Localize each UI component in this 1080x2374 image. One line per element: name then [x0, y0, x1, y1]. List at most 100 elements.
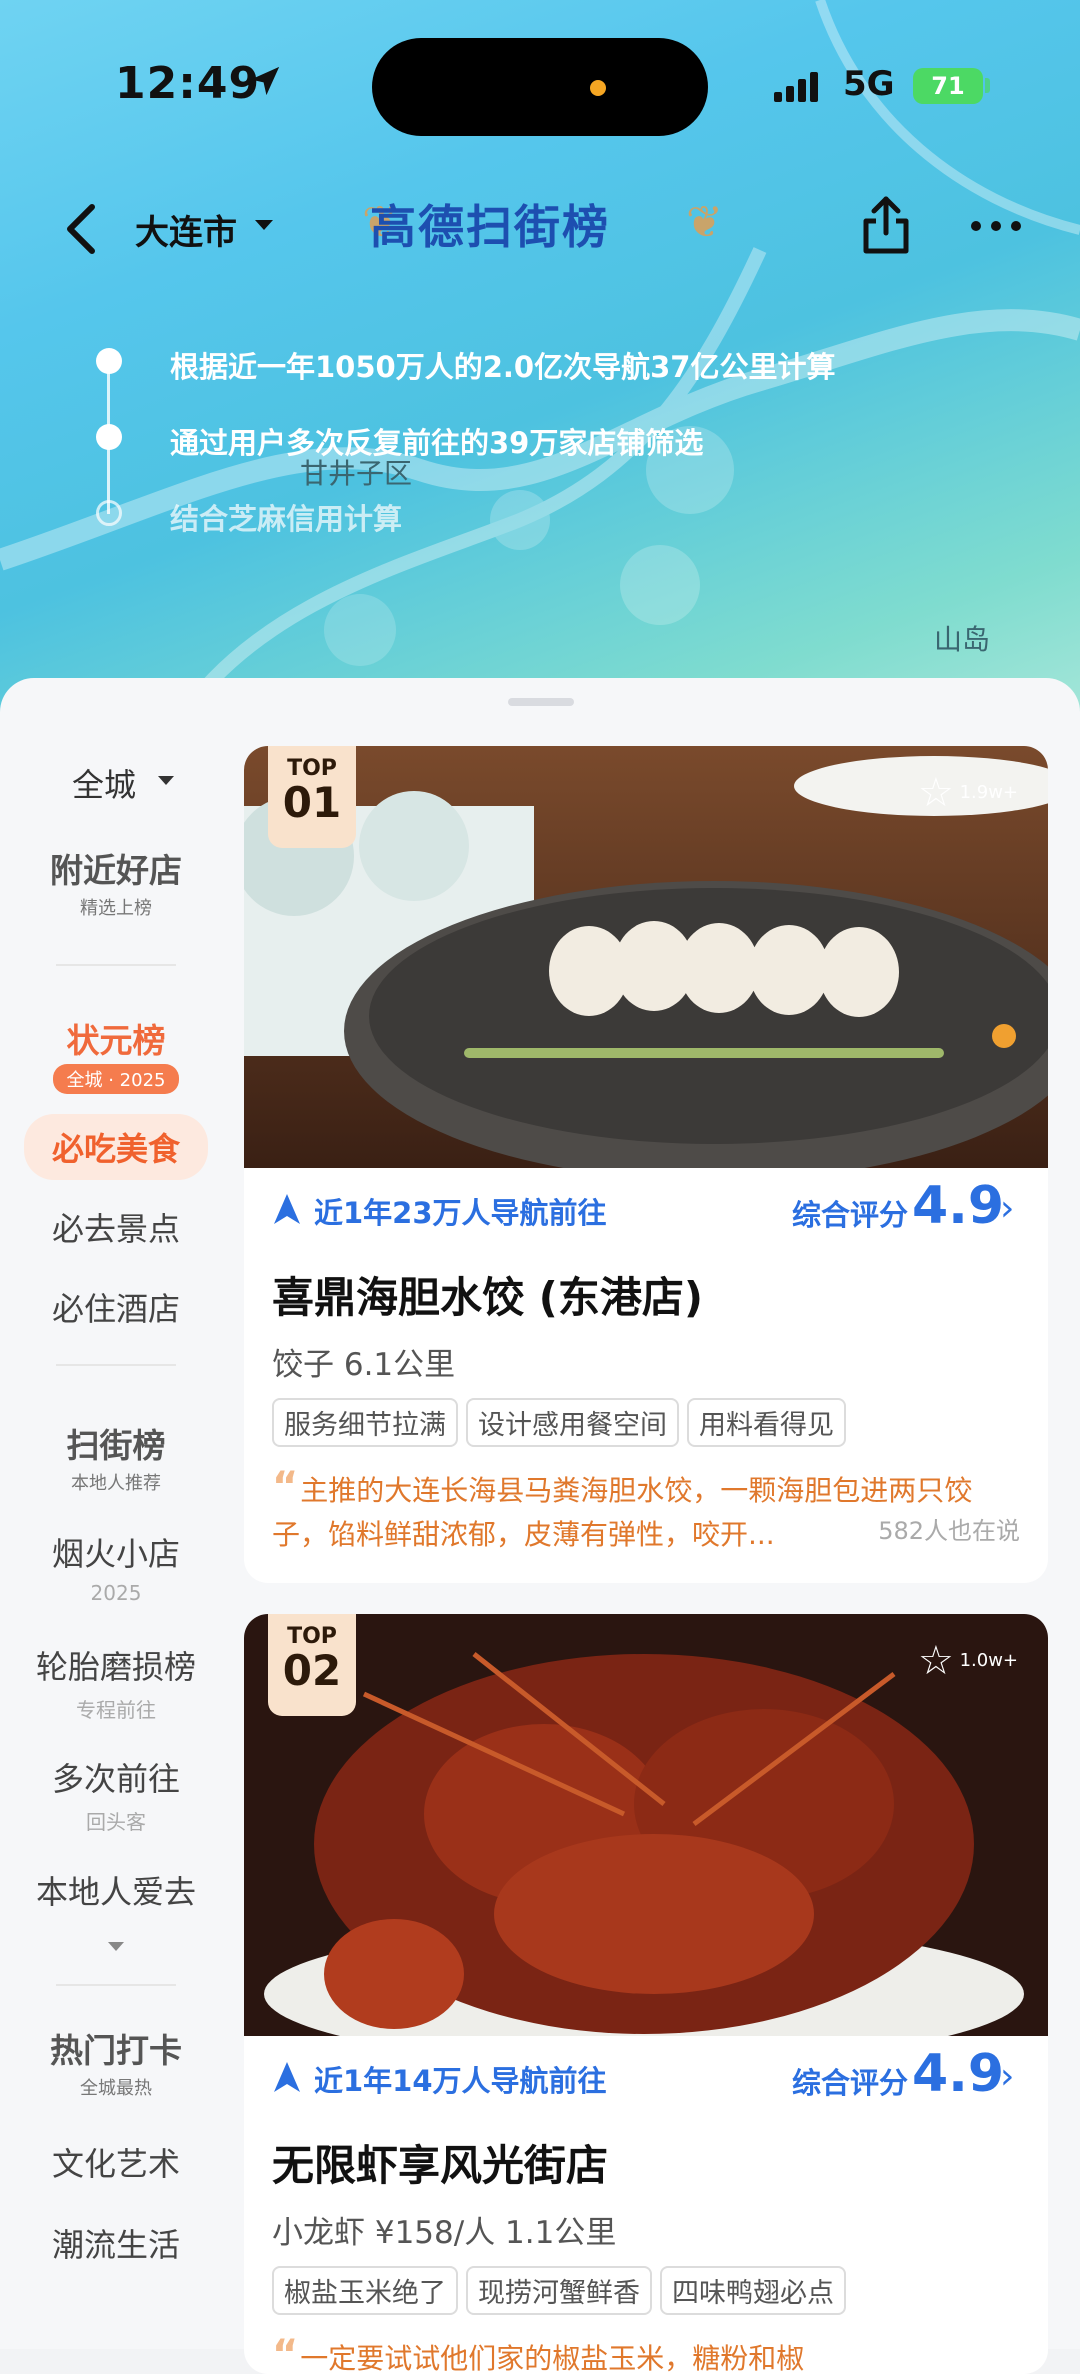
favorite-button[interactable]: ☆ 1.9w+ — [918, 770, 1018, 816]
sidebar-badge-hot[interactable]: 热门打卡 全城最热 — [24, 2024, 208, 2100]
sidebar-item-must-stay[interactable]: 必住酒店 — [0, 1284, 232, 1330]
rank-number: 02 — [282, 1646, 342, 1695]
review-text: 一定要试试他们家的椒盐玉米，糖粉和椒 — [300, 2342, 805, 2374]
sidebar-item-trend[interactable]: 潮流生活 — [0, 2220, 232, 2266]
timeline-text: 通过用户多次反复前往的39万家店铺筛选 — [170, 426, 704, 460]
tag: 四味鸭翅必点 — [660, 2266, 846, 2315]
divider — [56, 1364, 176, 1366]
network-type: 5G — [843, 64, 895, 104]
badge-title: 热门打卡 — [50, 2031, 182, 2070]
shop-card[interactable]: TOP 01 ☆ 1.9w+ 近1年23万人导航前往 综合评分 4.9 › 喜鼎… — [244, 746, 1048, 1583]
badge-title: 附近好店 — [50, 851, 182, 890]
sidebar-item-list[interactable]: 轮胎磨损榜 专程前往 — [0, 1642, 232, 1723]
chevron-down-icon[interactable] — [255, 220, 273, 230]
sidebar-item-label: 本地人爱去 — [35, 1873, 196, 1911]
rank-number: 01 — [282, 778, 342, 827]
shop-meta: 小龙虾 ¥158/人 1.1公里 — [272, 2215, 617, 2251]
drag-handle[interactable] — [508, 698, 574, 706]
city-selector[interactable]: 大连市 — [135, 205, 237, 254]
chevron-right-icon[interactable]: › — [1000, 1188, 1014, 1229]
chevron-right-icon[interactable]: › — [1000, 2056, 1014, 2097]
badge-title: 状元榜 — [66, 1021, 166, 1060]
share-icon[interactable] — [858, 195, 914, 257]
timeline-text: 结合芝麻信用计算 — [170, 502, 403, 536]
scope-selector[interactable]: 全城 — [72, 760, 136, 806]
more-icon[interactable] — [966, 211, 1026, 241]
badge-title: 扫街榜 — [66, 1426, 166, 1465]
sidebar-item-must-visit[interactable]: 必去景点 — [0, 1204, 232, 1250]
category-sidebar: 全城 附近好店 精选上榜 状元榜 全城 · 2025 必吃美食 必去景点 必住酒… — [0, 724, 232, 2349]
badge-subtitle: 精选上榜 — [80, 898, 152, 919]
ranking-sheet: 全城 附近好店 精选上榜 状元榜 全城 · 2025 必吃美食 必去景点 必住酒… — [0, 678, 1080, 2374]
sidebar-item-label: 烟火小店 — [51, 1535, 180, 1573]
score-label: 综合评分 — [792, 1198, 909, 1232]
battery-tip — [985, 78, 990, 93]
status-bar: 12:49 5G 71 — [0, 0, 1080, 170]
map-label-district: 甘井子区 — [300, 457, 413, 490]
sidebar-badge-street[interactable]: 扫街榜 本地人推荐 — [24, 1419, 208, 1495]
tag: 现捞河蟹鲜香 — [466, 2266, 652, 2315]
nav-count: 近1年14万人导航前往 — [314, 2064, 607, 2098]
review-count[interactable]: 582人也在说 — [870, 1509, 1020, 1553]
favorite-button[interactable]: ☆ 1.0w+ — [918, 1638, 1018, 1684]
shop-meta: 饺子 6.1公里 — [272, 1347, 456, 1383]
laurel-right-icon: ❦ — [686, 197, 723, 248]
badge-subtitle: 全城 · 2025 — [52, 1064, 180, 1094]
sidebar-item-list[interactable]: 本地人爱去 — [0, 1867, 232, 1913]
shop-name: 喜鼎海胆水饺 (东港店) — [272, 1273, 704, 1322]
shop-card[interactable]: TOP 02 ☆ 1.0w+ 近1年14万人导航前往 综合评分 4.9 › 无限… — [244, 1614, 1048, 2374]
chevron-down-icon[interactable] — [108, 1942, 124, 1951]
divider — [56, 964, 176, 966]
timeline-text: 根据近一年1050万人的2.0亿次导航37亿公里计算 — [170, 350, 836, 384]
badge-subtitle: 本地人推荐 — [71, 1473, 161, 1494]
tag: 服务细节拉满 — [272, 1398, 458, 1447]
favorite-count: 1.9w+ — [959, 782, 1018, 803]
timeline-dot-icon — [96, 424, 122, 450]
sidebar-item-culture[interactable]: 文化艺术 — [0, 2139, 232, 2185]
review-snippet: “一定要试试他们家的椒盐玉米，糖粉和椒 — [272, 2333, 1020, 2374]
chevron-down-icon[interactable] — [158, 776, 174, 785]
page-title: 高德扫街榜 — [370, 200, 610, 254]
timeline-dot-icon — [96, 348, 122, 374]
score-value: 4.9 — [912, 1176, 1005, 1236]
privacy-indicator-icon — [590, 80, 606, 96]
dynamic-island — [372, 38, 708, 136]
star-icon: ☆ — [917, 1638, 954, 1684]
location-arrow-icon — [250, 66, 280, 96]
sidebar-badge-nearby[interactable]: 附近好店 精选上榜 — [24, 844, 208, 920]
shop-name: 无限虾享风光街店 — [272, 2141, 609, 2190]
review-snippet: “主推的大连长海县马粪海胆水饺，一颗海胆包进两只饺子，馅料鲜甜浓郁，皮薄有弹性，… — [272, 1465, 1020, 1553]
star-icon: ☆ — [917, 770, 954, 816]
nav-count: 近1年23万人导航前往 — [314, 1196, 607, 1230]
tag-list: 椒盐玉米绝了 现捞河蟹鲜香 四味鸭翅必点 — [272, 2266, 1048, 2315]
tag-list: 服务细节拉满 设计感用餐空间 用料看得见 — [272, 1398, 1048, 1447]
shop-photo: TOP 02 ☆ 1.0w+ — [244, 1614, 1048, 2036]
navigation-icon — [274, 2062, 300, 2092]
rank-badge: TOP 01 — [268, 746, 356, 848]
sidebar-item-label: 轮胎磨损榜 — [35, 1648, 196, 1686]
shop-photo: TOP 01 ☆ 1.9w+ — [244, 746, 1048, 1168]
favorite-count: 1.0w+ — [959, 1650, 1018, 1671]
nav-bar: 大连市 ❦ 高德扫街榜 ❦ — [0, 185, 1080, 265]
sidebar-item-must-eat[interactable]: 必吃美食 — [24, 1114, 208, 1180]
status-time: 12:49 — [115, 58, 261, 109]
signal-icon — [774, 72, 818, 102]
quote-icon: “ — [272, 2332, 299, 2374]
sidebar-item-sublabel: 专程前往 — [76, 1698, 156, 1722]
battery-icon: 71 — [913, 68, 983, 104]
score-value: 4.9 — [912, 2044, 1005, 2104]
divider — [56, 1984, 176, 1986]
map-label-island: 山岛 — [934, 623, 991, 656]
timeline-dot-icon — [96, 500, 122, 526]
tag: 设计感用餐空间 — [466, 1398, 679, 1447]
sidebar-item-list[interactable]: 烟火小店 2025 — [0, 1529, 232, 1605]
badge-subtitle: 全城最热 — [80, 2078, 152, 2099]
rank-badge: TOP 02 — [268, 1614, 356, 1716]
sidebar-item-list[interactable]: 多次前往 回头客 — [0, 1754, 232, 1835]
quote-icon: “ — [272, 1465, 299, 1510]
sidebar-item-sublabel: 回头客 — [86, 1810, 146, 1834]
navigation-icon — [274, 1194, 300, 1224]
sidebar-badge-champion[interactable]: 状元榜 全城 · 2025 — [24, 1014, 208, 1094]
sidebar-item-label: 多次前往 — [51, 1760, 180, 1798]
back-icon[interactable] — [58, 199, 108, 259]
